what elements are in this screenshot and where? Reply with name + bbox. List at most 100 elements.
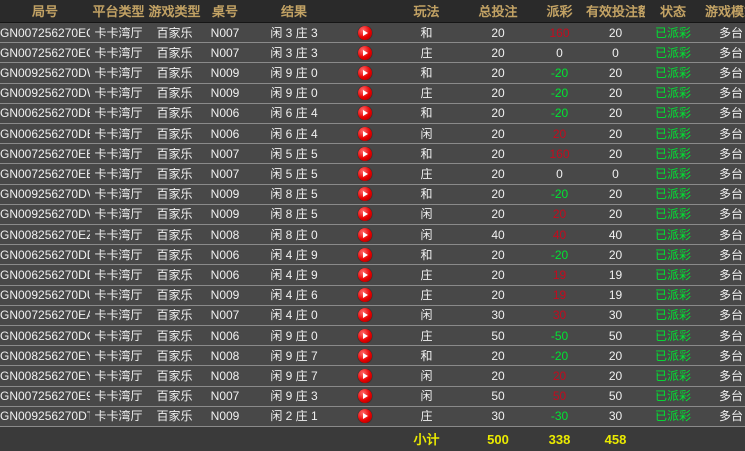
cell-valid-bet: 40 (586, 229, 645, 241)
cell-status: 已派彩 (645, 47, 701, 59)
table-footer-row: 小计 500 338 458 (0, 426, 745, 451)
cell-valid-bet: 20 (586, 249, 645, 261)
cell-result: 闲 9 庄 0 (248, 87, 340, 99)
cell-mode: 多台 (701, 188, 745, 200)
cell-result: 闲 4 庄 6 (248, 289, 340, 301)
cell-payout: -30 (533, 410, 586, 422)
cell-result: 闲 4 庄 9 (248, 249, 340, 261)
cell-bet-type: 庄 (390, 168, 463, 180)
cell-platform: 卡卡湾厅 (90, 269, 147, 281)
cell-total-bet: 30 (463, 410, 533, 422)
cell-replay (340, 127, 390, 141)
play-icon[interactable] (358, 46, 372, 60)
cell-game-id: GN009256270DT (0, 410, 90, 422)
play-icon[interactable] (358, 228, 372, 242)
cell-bet-type: 庄 (390, 289, 463, 301)
cell-table-no: N008 (202, 229, 248, 241)
play-icon[interactable] (358, 86, 372, 100)
play-icon[interactable] (358, 66, 372, 80)
cell-payout: 0 (533, 47, 586, 59)
cell-game-id: GN008256270EY (0, 350, 90, 362)
cell-table-no: N009 (202, 87, 248, 99)
cell-game-id: GN007256270EC (0, 47, 90, 59)
play-triangle-glyph (363, 70, 368, 76)
cell-platform: 卡卡湾厅 (90, 229, 147, 241)
col-header-status: 状态 (645, 5, 701, 18)
play-triangle-glyph (363, 151, 368, 157)
cell-table-no: N008 (202, 370, 248, 382)
cell-table-no: N007 (202, 309, 248, 321)
play-triangle-glyph (363, 373, 368, 379)
play-icon[interactable] (358, 147, 372, 161)
play-icon[interactable] (358, 409, 372, 423)
cell-replay (340, 268, 390, 282)
cell-table-no: N009 (202, 208, 248, 220)
cell-game-id: GN008256270EY (0, 370, 90, 382)
bet-history-panel: 局号 平台类型 游戏类型 桌号 结果 玩法 总投注 派彩 有效投注额 状态 游戏… (0, 0, 745, 451)
cell-mode: 多台 (701, 87, 745, 99)
cell-result: 闲 9 庄 0 (248, 330, 340, 342)
play-icon[interactable] (358, 167, 372, 181)
cell-game-type: 百家乐 (147, 67, 202, 79)
cell-result: 闲 3 庄 3 (248, 27, 340, 39)
play-icon[interactable] (358, 349, 372, 363)
cell-mode: 多台 (701, 269, 745, 281)
cell-platform: 卡卡湾厅 (90, 208, 147, 220)
bet-history-table: 局号 平台类型 游戏类型 桌号 结果 玩法 总投注 派彩 有效投注额 状态 游戏… (0, 0, 745, 451)
cell-result: 闲 8 庄 5 (248, 188, 340, 200)
table-row: GN009256270DV 卡卡湾厅 百家乐 N009 闲 8 庄 5 和 20… (0, 184, 745, 204)
cell-status: 已派彩 (645, 128, 701, 140)
play-triangle-glyph (363, 191, 368, 197)
cell-bet-type: 和 (390, 107, 463, 119)
table-body: GN007256270EC 卡卡湾厅 百家乐 N007 闲 3 庄 3 和 20… (0, 23, 745, 426)
cell-mode: 多台 (701, 128, 745, 140)
cell-bet-type: 闲 (390, 229, 463, 241)
play-icon[interactable] (358, 248, 372, 262)
cell-status: 已派彩 (645, 370, 701, 382)
cell-game-type: 百家乐 (147, 410, 202, 422)
cell-table-no: N006 (202, 330, 248, 342)
cell-result: 闲 9 庄 7 (248, 370, 340, 382)
cell-replay (340, 207, 390, 221)
cell-total-bet: 40 (463, 229, 533, 241)
play-icon[interactable] (358, 207, 372, 221)
cell-game-id: GN007256270EB (0, 148, 90, 160)
cell-total-bet: 20 (463, 87, 533, 99)
play-icon[interactable] (358, 127, 372, 141)
cell-result: 闲 9 庄 0 (248, 67, 340, 79)
cell-replay (340, 308, 390, 322)
play-icon[interactable] (358, 26, 372, 40)
play-icon[interactable] (358, 389, 372, 403)
cell-valid-bet: 20 (586, 148, 645, 160)
cell-platform: 卡卡湾厅 (90, 390, 147, 402)
cell-platform: 卡卡湾厅 (90, 128, 147, 140)
cell-table-no: N006 (202, 107, 248, 119)
cell-game-type: 百家乐 (147, 208, 202, 220)
cell-payout: 50 (533, 390, 586, 402)
cell-mode: 多台 (701, 289, 745, 301)
cell-status: 已派彩 (645, 107, 701, 119)
cell-result: 闲 6 庄 4 (248, 128, 340, 140)
cell-status: 已派彩 (645, 350, 701, 362)
cell-bet-type: 和 (390, 148, 463, 160)
play-icon[interactable] (358, 369, 372, 383)
cell-platform: 卡卡湾厅 (90, 67, 147, 79)
play-icon[interactable] (358, 308, 372, 322)
cell-game-type: 百家乐 (147, 330, 202, 342)
table-row: GN007256270EC 卡卡湾厅 百家乐 N007 闲 3 庄 3 和 20… (0, 23, 745, 42)
cell-replay (340, 228, 390, 242)
play-icon[interactable] (358, 329, 372, 343)
cell-mode: 多台 (701, 330, 745, 342)
cell-payout: 19 (533, 269, 586, 281)
table-header-row: 局号 平台类型 游戏类型 桌号 结果 玩法 总投注 派彩 有效投注额 状态 游戏… (0, 0, 745, 23)
play-icon[interactable] (358, 288, 372, 302)
cell-game-type: 百家乐 (147, 107, 202, 119)
cell-bet-type: 庄 (390, 410, 463, 422)
cell-replay (340, 46, 390, 60)
cell-total-bet: 20 (463, 67, 533, 79)
play-icon[interactable] (358, 106, 372, 120)
play-icon[interactable] (358, 268, 372, 282)
cell-game-type: 百家乐 (147, 350, 202, 362)
cell-result: 闲 9 庄 7 (248, 350, 340, 362)
play-icon[interactable] (358, 187, 372, 201)
